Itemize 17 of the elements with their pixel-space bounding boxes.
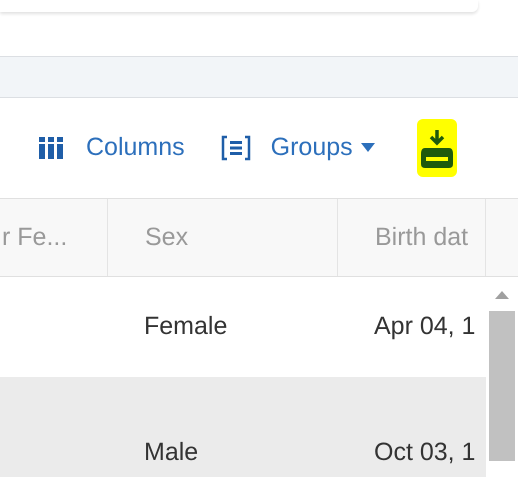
download-button[interactable] <box>416 118 457 177</box>
caret-icon <box>360 143 375 152</box>
groups-button[interactable]: Groups <box>220 129 375 167</box>
columns-icon <box>38 136 64 159</box>
list-icon <box>220 134 251 161</box>
scrollbar-thumb[interactable] <box>489 311 515 461</box>
column-header[interactable]: Birth dat <box>338 199 486 276</box>
download-icon <box>420 128 453 168</box>
table-cell: Oct 03, 1 <box>374 438 476 466</box>
table-cell: Female <box>144 312 228 340</box>
table-cell: Apr 04, 1 <box>374 312 476 340</box>
columns-button[interactable]: Columns <box>38 129 185 167</box>
column-header[interactable]: r Fe... <box>0 199 108 276</box>
table-cell: Male <box>144 438 198 466</box>
column-header[interactable]: Sex <box>108 199 338 276</box>
scroll-up-icon[interactable] <box>495 291 509 299</box>
table-row[interactable]: Male Oct 03, 1 <box>0 377 486 477</box>
